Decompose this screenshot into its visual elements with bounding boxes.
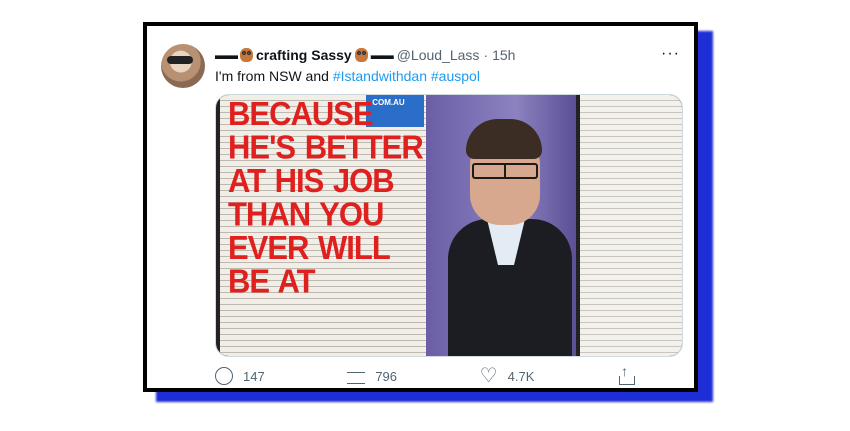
tweet-image[interactable]: .COM.AU BECAUSE HE'S BETTER AT HIS JOB T…	[215, 94, 683, 357]
man-figure	[448, 119, 572, 356]
tweet-card: ▬▬ crafting Sassy ▬▬ @Loud_Lass · 15h ··…	[147, 26, 694, 388]
like-button[interactable]: 4.7K	[480, 363, 535, 388]
tweet-actions: 147 796 4.7K	[215, 363, 635, 388]
reply-icon	[215, 367, 233, 385]
retweet-count: 796	[375, 368, 398, 384]
heart-icon	[480, 363, 498, 388]
hair	[466, 119, 542, 159]
hashtag-istandwithdan[interactable]: #Istandwithdan	[333, 68, 427, 84]
hashtag-auspol[interactable]: #auspol	[431, 68, 480, 84]
more-options-icon[interactable]: ···	[661, 45, 680, 63]
tweet-frame: ▬▬ crafting Sassy ▬▬ @Loud_Lass · 15h ··…	[143, 22, 698, 392]
reply-count: 147	[243, 368, 265, 384]
owl-icon	[240, 48, 253, 62]
tweet-text: I'm from NSW and #Istandwithdan #auspol	[215, 68, 480, 84]
user-handle[interactable]: @Loud_Lass	[397, 47, 480, 63]
image-headline: BECAUSE HE'S BETTER AT HIS JOB THAN YOU …	[228, 94, 424, 301]
display-name-text: crafting Sassy	[256, 47, 352, 63]
separator: ·	[483, 47, 489, 63]
glasses	[472, 163, 538, 179]
tweet-header: ▬▬ crafting Sassy ▬▬ @Loud_Lass · 15h ··…	[215, 45, 680, 65]
owl-icon	[354, 48, 368, 62]
like-count: 4.7K	[507, 368, 535, 384]
sunglasses-icon: ▬▬	[215, 48, 238, 62]
tweet-text-body: I'm from NSW and	[215, 68, 333, 84]
retweet-icon	[347, 371, 366, 384]
avatar[interactable]	[161, 44, 205, 88]
retweet-button[interactable]: 796	[347, 367, 397, 385]
politician-photo	[426, 95, 576, 356]
share-button[interactable]	[617, 363, 635, 385]
newspaper-column	[580, 95, 682, 356]
timestamp[interactable]: 15h	[492, 47, 515, 63]
sunglasses-icon: ▬▬	[370, 48, 394, 62]
display-name[interactable]: ▬▬ crafting Sassy ▬▬	[215, 47, 394, 63]
share-icon	[617, 363, 635, 385]
reply-button[interactable]: 147	[215, 367, 265, 385]
